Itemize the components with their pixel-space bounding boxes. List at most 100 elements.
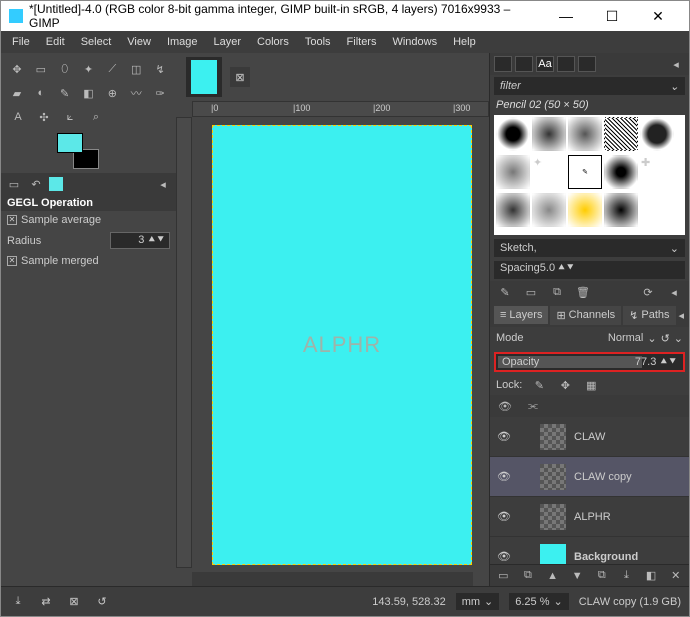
- color-swatch[interactable]: [57, 133, 99, 169]
- lower-layer-icon[interactable]: ▼: [570, 567, 585, 585]
- doc-tab-icon[interactable]: [578, 56, 596, 72]
- maximize-button[interactable]: ☐: [589, 1, 635, 31]
- tab-paths[interactable]: ↯Paths: [623, 306, 675, 325]
- new-brush-icon[interactable]: ▭: [522, 283, 540, 301]
- del-brush-icon[interactable]: 🗑: [574, 283, 592, 301]
- paintbrush-icon[interactable]: ✎: [57, 84, 73, 102]
- brush-grid[interactable]: ✦ ✎ ✚: [494, 115, 685, 235]
- raise-layer-icon[interactable]: ▲: [545, 567, 560, 585]
- open-as-image-icon[interactable]: ◂: [665, 283, 683, 301]
- lock-alpha-icon[interactable]: ▦: [582, 376, 600, 394]
- crop-tool-icon[interactable]: ⟋: [104, 60, 120, 78]
- brush-preset-select[interactable]: Sketch,⌄: [494, 239, 685, 257]
- free-select-icon[interactable]: ⬯: [57, 60, 73, 78]
- menu-select[interactable]: Select: [74, 34, 119, 50]
- new-layer-icon[interactable]: ▭: [496, 567, 511, 585]
- link-icon[interactable]: ⫘: [524, 397, 542, 415]
- menu-colors[interactable]: Colors: [250, 34, 296, 50]
- smudge-tool-icon[interactable]: 〰: [128, 84, 144, 102]
- menu-layer[interactable]: Layer: [207, 34, 249, 50]
- text-tool-icon[interactable]: A: [9, 108, 27, 126]
- path-tool-icon[interactable]: ✑: [152, 84, 168, 102]
- visibility-toggle-icon[interactable]: 👁: [496, 550, 512, 563]
- menu-view[interactable]: View: [120, 34, 158, 50]
- patterns-tab-icon[interactable]: [515, 56, 533, 72]
- visibility-toggle-icon[interactable]: 👁: [496, 430, 512, 443]
- layer-name[interactable]: CLAW: [574, 431, 683, 443]
- unit-select[interactable]: mm ⌄: [456, 593, 500, 610]
- document-thumb[interactable]: [186, 57, 222, 97]
- warp-tool-icon[interactable]: ↯: [152, 60, 168, 78]
- layer-row[interactable]: 👁 CLAW copy: [490, 457, 689, 497]
- mode-reset-icon[interactable]: ↺: [661, 332, 670, 345]
- visibility-toggle-icon[interactable]: 👁: [496, 510, 512, 523]
- spacing-slider[interactable]: Spacing 5.0 ⯅⯆: [494, 261, 685, 279]
- active-color-icon[interactable]: [49, 177, 63, 191]
- delete-layer-icon[interactable]: ✕: [668, 567, 683, 585]
- dock-menu-icon[interactable]: ◂: [678, 306, 685, 324]
- tab-channels[interactable]: ⊞Channels: [550, 306, 621, 325]
- save-icon[interactable]: ⤓: [9, 593, 27, 611]
- layer-row[interactable]: 👁 Background: [490, 537, 689, 564]
- layer-name[interactable]: Background: [574, 551, 683, 563]
- mode-select[interactable]: Normal: [608, 332, 643, 344]
- fuzzy-select-icon[interactable]: ✦: [81, 60, 97, 78]
- sample-merged-checkbox[interactable]: ✕: [7, 256, 17, 266]
- menu-filters[interactable]: Filters: [340, 34, 384, 50]
- zoom-select[interactable]: 6.25 % ⌄: [509, 593, 568, 610]
- brushes-tab-icon[interactable]: [494, 56, 512, 72]
- tab-layers[interactable]: ≡Layers: [494, 306, 548, 324]
- rect-select-icon[interactable]: ▭: [33, 60, 49, 78]
- layer-row[interactable]: 👁 ALPHR: [490, 497, 689, 537]
- close-icon[interactable]: ⊠: [65, 593, 83, 611]
- visible-icon[interactable]: 👁: [496, 397, 514, 415]
- sample-average-checkbox[interactable]: ✕: [7, 215, 17, 225]
- fonts-tab-icon[interactable]: Aa: [536, 56, 554, 72]
- revert-icon[interactable]: ⇄: [37, 593, 55, 611]
- close-doc-button[interactable]: ⊠: [230, 67, 250, 87]
- undo-history-icon[interactable]: ↶: [27, 175, 45, 193]
- refresh-icon[interactable]: ⟳: [639, 283, 657, 301]
- minimize-button[interactable]: —: [543, 1, 589, 31]
- eraser-tool-icon[interactable]: ◧: [81, 84, 97, 102]
- zoom-tool-icon[interactable]: ⌕: [87, 108, 105, 126]
- menu-windows[interactable]: Windows: [385, 34, 444, 50]
- menu-image[interactable]: Image: [160, 34, 205, 50]
- clone-tool-icon[interactable]: ⊕: [104, 84, 120, 102]
- edit-brush-icon[interactable]: ✎: [496, 283, 514, 301]
- new-group-icon[interactable]: ⧉: [521, 567, 536, 585]
- menu-help[interactable]: Help: [446, 34, 483, 50]
- lock-position-icon[interactable]: ✥: [556, 376, 574, 394]
- move-tool-icon[interactable]: ✥: [9, 60, 25, 78]
- visibility-toggle-icon[interactable]: 👁: [496, 470, 512, 483]
- history-tab-icon[interactable]: [557, 56, 575, 72]
- dock-menu-icon[interactable]: ◂: [154, 175, 172, 193]
- ruler-vertical[interactable]: [176, 117, 192, 568]
- transform-tool-icon[interactable]: ◫: [128, 60, 144, 78]
- dup-layer-icon[interactable]: ⧉: [595, 567, 610, 585]
- menu-edit[interactable]: Edit: [39, 34, 72, 50]
- layer-row[interactable]: 👁 CLAW: [490, 417, 689, 457]
- dup-brush-icon[interactable]: ⧉: [548, 283, 566, 301]
- merge-layer-icon[interactable]: ⤓: [619, 567, 634, 585]
- canvas[interactable]: ALPHR: [192, 117, 489, 568]
- layer-name[interactable]: ALPHR: [574, 511, 683, 523]
- bucket-fill-icon[interactable]: ▰: [9, 84, 25, 102]
- color-picker-icon[interactable]: ✣: [35, 108, 53, 126]
- dock-menu-icon[interactable]: ◂: [667, 55, 685, 73]
- chevron-down-icon[interactable]: ⌄: [647, 332, 656, 345]
- mask-layer-icon[interactable]: ◧: [644, 567, 659, 585]
- tab-icon[interactable]: ▭: [5, 175, 23, 193]
- lock-pixels-icon[interactable]: ✎: [530, 376, 548, 394]
- fg-color[interactable]: [57, 133, 83, 153]
- layer-name[interactable]: CLAW copy: [574, 471, 683, 483]
- close-button[interactable]: ✕: [635, 1, 681, 31]
- opacity-slider[interactable]: Opacity 77.3 ⯅⯆: [494, 352, 685, 372]
- chevron-down-icon[interactable]: ⌄: [674, 332, 683, 345]
- gradient-tool-icon[interactable]: ◐: [33, 84, 49, 102]
- reset-icon[interactable]: ↺: [93, 593, 111, 611]
- ruler-horizontal[interactable]: |0 |100 |200 |300: [192, 101, 489, 117]
- radius-input[interactable]: 3 ⯅⯆: [110, 232, 170, 249]
- brush-filter-input[interactable]: filter⌄: [494, 77, 685, 95]
- measure-tool-icon[interactable]: ⟀: [61, 108, 79, 126]
